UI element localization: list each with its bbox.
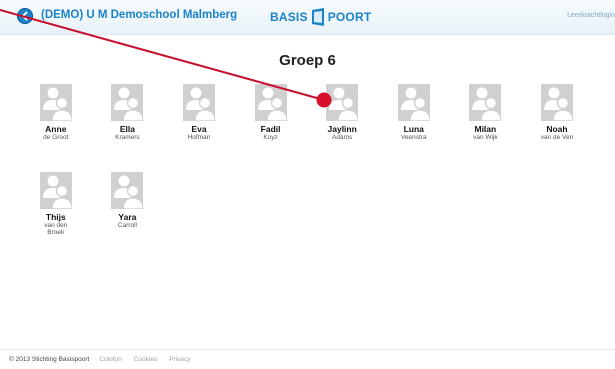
student-card-jaylinn[interactable]: Jaylinn Adams: [306, 84, 378, 141]
student-first-name: Jaylinn: [327, 124, 357, 134]
teacher-login-link[interactable]: Leerkrachtlogin: [567, 12, 615, 19]
student-last-name: Veenstra: [400, 134, 427, 141]
student-first-name: Yara: [118, 212, 137, 222]
student-card-eva[interactable]: Eva Hofman: [163, 84, 235, 141]
student-first-name: Eva: [191, 124, 207, 134]
student-grid: Anne de Groot Ella Kramers Eva Hofman Fa…: [20, 84, 595, 236]
avatar-placeholder-icon: [540, 84, 573, 121]
footer-link-privacy[interactable]: Privacy: [169, 356, 190, 363]
copyright-text: © 2013 Stichting Basispoort: [9, 356, 90, 363]
student-card-luna[interactable]: Luna Veenstra: [378, 84, 450, 141]
student-card-noah[interactable]: Noah van de Ven: [521, 84, 593, 141]
student-first-name: Anne: [45, 124, 67, 134]
student-first-name: Luna: [403, 124, 424, 134]
page-title: Groep 6: [279, 52, 336, 69]
avatar-placeholder-icon: [469, 84, 502, 121]
student-last-name: Adams: [332, 134, 353, 141]
student-last-name: van Wijk: [473, 134, 498, 141]
top-bar: (DEMO) U M Demoschool Malmberg BASIS POO…: [0, 0, 615, 35]
avatar-placeholder-icon: [111, 172, 144, 209]
school-name: (DEMO) U M Demoschool Malmberg: [41, 9, 238, 21]
avatar-placeholder-icon: [39, 172, 72, 209]
student-card-ella[interactable]: Ella Kramers: [92, 84, 164, 141]
student-last-name: Kramers: [115, 134, 140, 141]
avatar-placeholder-icon: [182, 84, 215, 121]
back-button[interactable]: [17, 8, 33, 24]
student-last-name: Carroll: [117, 222, 137, 229]
student-first-name: Milan: [474, 124, 497, 134]
student-card-fadil[interactable]: Fadil Koyz: [235, 84, 307, 141]
student-last-name: van den Broek: [44, 222, 68, 236]
arrow-left-icon: [22, 11, 28, 21]
student-last-name: Hofman: [187, 134, 211, 141]
avatar-placeholder-icon: [326, 84, 359, 121]
student-card-milan[interactable]: Milan van Wijk: [450, 84, 522, 141]
student-card-anne[interactable]: Anne de Groot: [20, 84, 92, 141]
avatar-placeholder-icon: [39, 84, 72, 121]
footer-link-colofon[interactable]: Colofon: [99, 356, 121, 363]
avatar-placeholder-icon: [254, 84, 287, 121]
avatar-placeholder-icon: [397, 84, 430, 121]
logo-text-right: POORT: [327, 10, 372, 24]
logo-text-left: BASIS: [270, 10, 308, 24]
student-last-name: van de Ven: [540, 134, 574, 141]
student-card-thijs[interactable]: Thijs van den Broek: [20, 172, 92, 236]
student-first-name: Ella: [119, 124, 135, 134]
student-first-name: Thijs: [45, 212, 66, 222]
door-icon: [311, 8, 324, 26]
avatar-placeholder-icon: [111, 84, 144, 121]
student-first-name: Fadil: [260, 124, 281, 134]
student-last-name: Koyz: [263, 134, 278, 141]
student-first-name: Noah: [546, 124, 568, 134]
footer: © 2013 Stichting Basispoort Colofon Cook…: [0, 349, 615, 369]
student-last-name: de Groot: [43, 134, 69, 141]
basispoort-logo[interactable]: BASIS POORT: [270, 7, 371, 27]
student-card-yara[interactable]: Yara Carroll: [92, 172, 164, 236]
footer-link-cookies[interactable]: Cookies: [134, 356, 157, 363]
